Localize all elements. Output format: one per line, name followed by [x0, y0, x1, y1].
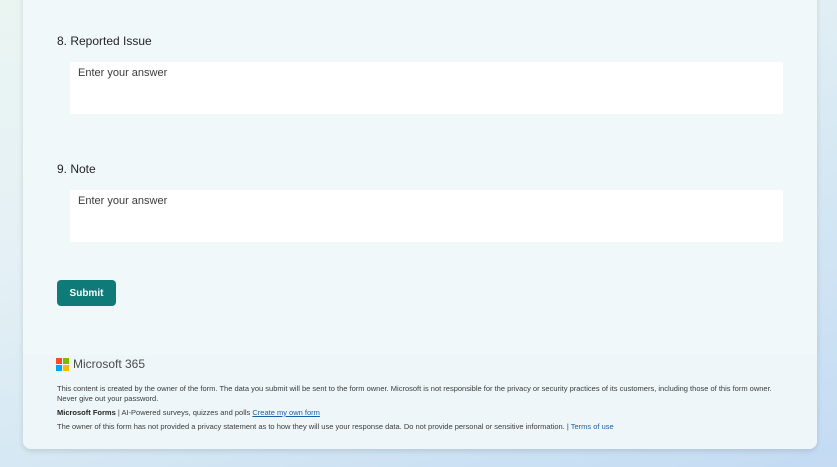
disclaimer-text: This content is created by the owner of …: [57, 384, 772, 403]
forms-name: Microsoft Forms: [57, 408, 116, 417]
microsoft-365-logo: Microsoft 365: [56, 357, 145, 371]
note-input[interactable]: Enter your answer: [70, 190, 783, 242]
forms-tagline: | AI-Powered surveys, quizzes and polls: [115, 408, 253, 417]
terms-of-use-link[interactable]: Terms of use: [571, 422, 614, 431]
microsoft-365-text: Microsoft 365: [73, 357, 146, 371]
privacy-text: The owner of this form has not provided …: [57, 422, 571, 431]
create-my-own-form-link[interactable]: Create my own form: [252, 408, 320, 417]
form-footer: Microsoft 365 This content is created by…: [23, 355, 817, 449]
privacy-statement-line: The owner of this form has not provided …: [57, 422, 614, 431]
form-card: 8. Reported Issue Enter your answer 9. N…: [23, 0, 817, 449]
question-8-title: 8. Reported Issue: [57, 34, 152, 48]
forms-branding-line: Microsoft Forms | AI-Powered surveys, qu…: [57, 408, 320, 417]
submit-button[interactable]: Submit: [57, 280, 116, 306]
note-placeholder: Enter your answer: [78, 195, 168, 207]
reported-issue-placeholder: Enter your answer: [78, 67, 168, 79]
question-9-title: 9. Note: [57, 162, 96, 176]
reported-issue-input[interactable]: Enter your answer: [70, 62, 783, 114]
microsoft-logo-icon: [56, 357, 69, 371]
